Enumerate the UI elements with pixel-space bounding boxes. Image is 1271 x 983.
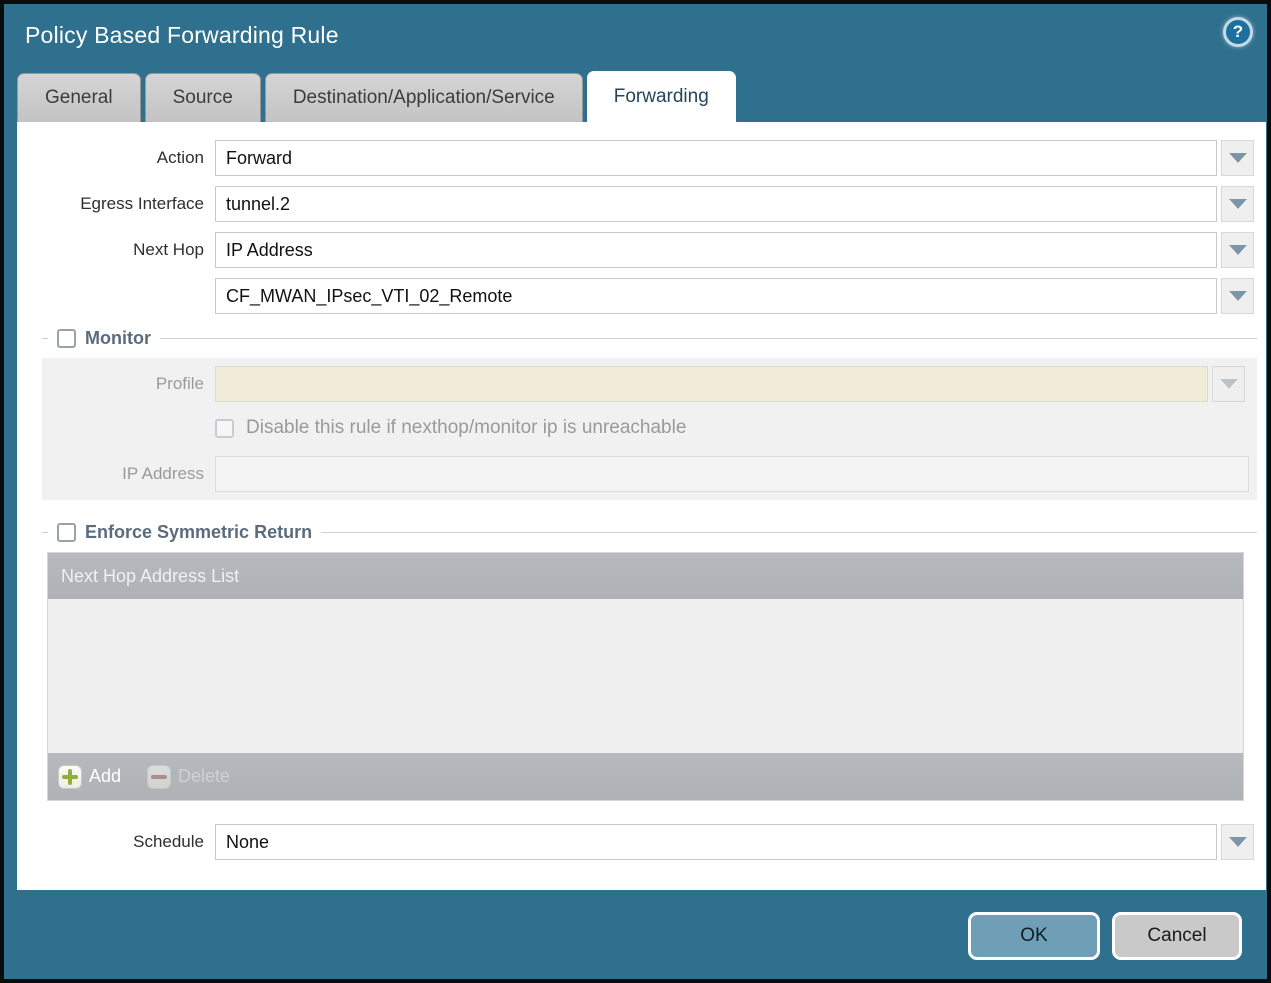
egress-interface-select[interactable]: tunnel.2	[215, 186, 1217, 222]
delete-button-label: Delete	[178, 766, 230, 787]
profile-row: Profile	[42, 366, 1245, 402]
enforce-symmetric-return-legend: Enforce Symmetric Return	[85, 522, 312, 543]
enforce-symmetric-return-fieldset: Enforce Symmetric Return Next Hop Addres…	[42, 522, 1257, 801]
help-icon[interactable]: ?	[1223, 17, 1253, 47]
profile-dropdown-button	[1212, 366, 1245, 402]
dialog-title: Policy Based Forwarding Rule	[25, 22, 339, 49]
disable-rule-row: Disable this rule if nexthop/monitor ip …	[42, 414, 1245, 442]
chevron-down-icon	[1229, 153, 1247, 163]
chevron-down-icon	[1229, 245, 1247, 255]
cancel-button[interactable]: Cancel	[1112, 912, 1242, 960]
monitor-body: Profile Disable this rule if nexthop/mon…	[42, 358, 1257, 500]
disable-rule-checkbox	[215, 419, 234, 438]
next-hop-label: Next Hop	[17, 240, 215, 260]
action-select[interactable]: Forward	[215, 140, 1217, 176]
next-hop-type-dropdown-button[interactable]	[1221, 232, 1254, 268]
tab-general[interactable]: General	[17, 73, 141, 122]
forwarding-tab-panel: Action Forward Egress Interface tunnel.2…	[17, 122, 1266, 890]
next-hop-address-row: CF_MWAN_IPsec_VTI_02_Remote	[17, 278, 1254, 314]
monitor-ip-row: IP Address	[42, 456, 1245, 492]
chevron-down-icon	[1229, 291, 1247, 301]
next-hop-address-select[interactable]: CF_MWAN_IPsec_VTI_02_Remote	[215, 278, 1217, 314]
dialog-titlebar: Policy Based Forwarding Rule ?	[4, 4, 1267, 68]
next-hop-address-list-body[interactable]	[48, 599, 1243, 753]
chevron-down-icon	[1229, 837, 1247, 847]
action-label: Action	[17, 148, 215, 168]
next-hop-row: Next Hop IP Address	[17, 232, 1254, 268]
egress-interface-row: Egress Interface tunnel.2	[17, 186, 1254, 222]
enforce-symmetric-return-checkbox[interactable]	[57, 523, 76, 542]
minus-icon	[147, 765, 171, 789]
schedule-select[interactable]: None	[215, 824, 1217, 860]
tab-source[interactable]: Source	[145, 73, 261, 122]
monitor-ip-input	[215, 456, 1249, 492]
action-row: Action Forward	[17, 140, 1254, 176]
monitor-profile-select	[215, 366, 1208, 402]
chevron-down-icon	[1229, 199, 1247, 209]
monitor-legend: Monitor	[85, 328, 151, 349]
delete-button: Delete	[147, 765, 230, 789]
schedule-row: Schedule None	[17, 824, 1254, 860]
ok-button[interactable]: OK	[968, 912, 1100, 960]
next-hop-address-list-header: Next Hop Address List	[48, 553, 1243, 599]
add-button[interactable]: Add	[58, 765, 121, 789]
egress-interface-label: Egress Interface	[17, 194, 215, 214]
plus-icon	[58, 765, 82, 789]
egress-interface-dropdown-button[interactable]	[1221, 186, 1254, 222]
monitor-checkbox[interactable]	[57, 329, 76, 348]
monitor-ip-label: IP Address	[42, 464, 215, 484]
tab-destination-application-service[interactable]: Destination/Application/Service	[265, 73, 583, 122]
schedule-dropdown-button[interactable]	[1221, 824, 1254, 860]
add-button-label: Add	[89, 766, 121, 787]
next-hop-type-select[interactable]: IP Address	[215, 232, 1217, 268]
next-hop-address-list-table: Next Hop Address List Add Delete	[47, 552, 1244, 801]
action-dropdown-button[interactable]	[1221, 140, 1254, 176]
chevron-down-icon	[1220, 379, 1238, 389]
next-hop-address-list-toolbar: Add Delete	[48, 753, 1243, 800]
tab-forwarding[interactable]: Forwarding	[587, 71, 736, 122]
tab-bar: General Source Destination/Application/S…	[17, 71, 736, 122]
pbf-rule-dialog: Policy Based Forwarding Rule ? General S…	[0, 0, 1271, 983]
next-hop-address-dropdown-button[interactable]	[1221, 278, 1254, 314]
schedule-label: Schedule	[17, 832, 215, 852]
monitor-fieldset: Monitor Profile Disable this rule if nex…	[42, 328, 1257, 500]
profile-label: Profile	[42, 374, 215, 394]
disable-rule-label: Disable this rule if nexthop/monitor ip …	[246, 417, 686, 439]
